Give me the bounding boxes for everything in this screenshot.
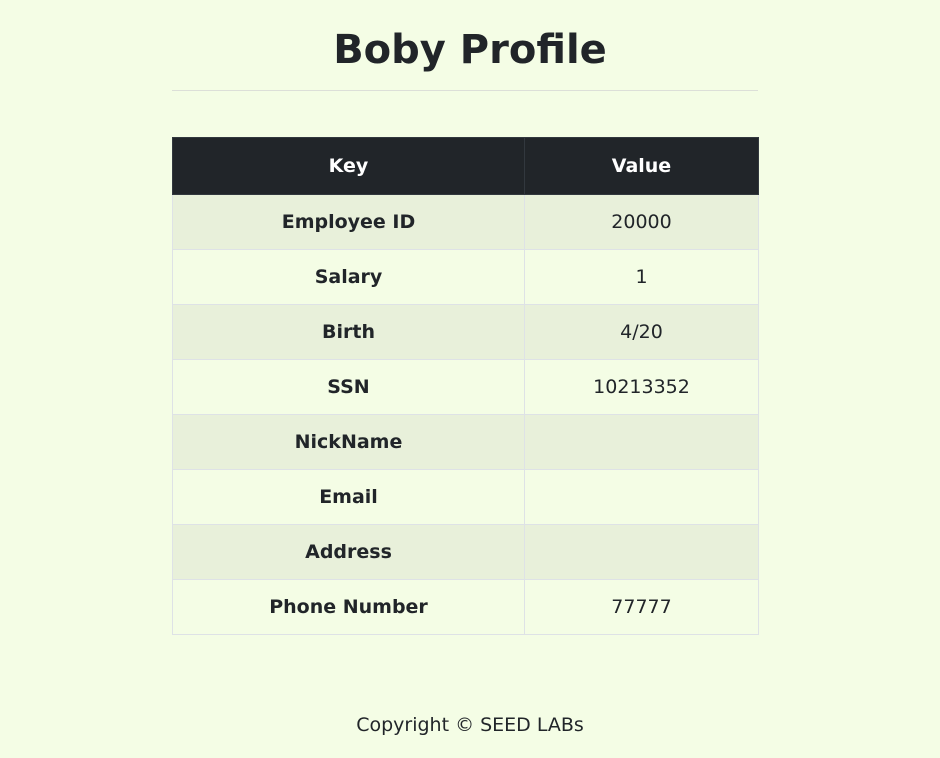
row-value: 77777: [524, 579, 759, 635]
table-row: Employee ID 20000: [172, 194, 759, 250]
row-value: 20000: [524, 194, 759, 250]
table-row: Email: [172, 469, 759, 525]
table-row: Phone Number 77777: [172, 579, 759, 635]
row-key: Email: [172, 469, 525, 525]
footer-copyright: Copyright © SEED LABs: [356, 714, 584, 736]
row-key: Phone Number: [172, 579, 525, 635]
table-header-row: Key Value: [172, 137, 759, 195]
row-key: Address: [172, 524, 525, 580]
table-row: SSN 10213352: [172, 359, 759, 415]
row-key: SSN: [172, 359, 525, 415]
table-row: Salary 1: [172, 249, 759, 305]
row-value: 10213352: [524, 359, 759, 415]
table-row: Birth 4/20: [172, 304, 759, 360]
row-value: 1: [524, 249, 759, 305]
row-key: Birth: [172, 304, 525, 360]
row-value: [524, 414, 759, 470]
row-value: [524, 524, 759, 580]
title-divider: [172, 90, 758, 91]
row-key: NickName: [172, 414, 525, 470]
value-column-header: Value: [524, 137, 759, 195]
row-key: Salary: [172, 249, 525, 305]
key-column-header: Key: [172, 137, 525, 195]
row-key: Employee ID: [172, 194, 525, 250]
page-title: Boby Profile: [333, 27, 607, 73]
row-value: 4/20: [524, 304, 759, 360]
table-row: Address: [172, 524, 759, 580]
table-row: NickName: [172, 414, 759, 470]
row-value: [524, 469, 759, 525]
profile-table: Key Value Employee ID 20000 Salary 1 Bir…: [172, 137, 759, 635]
